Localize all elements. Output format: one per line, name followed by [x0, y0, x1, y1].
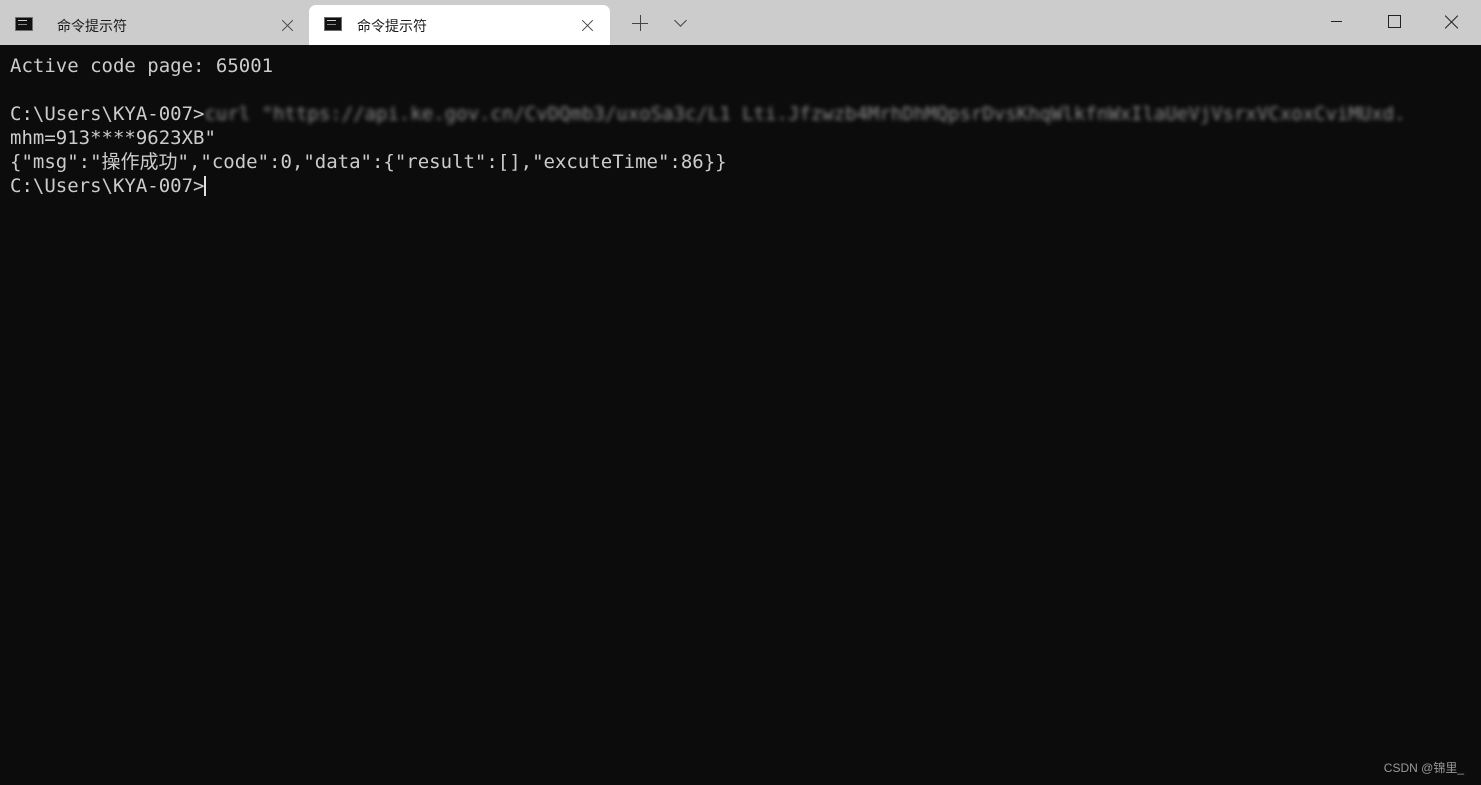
title-bar: 命令提示符 命令提示符	[0, 0, 1481, 45]
cmd-icon	[324, 17, 342, 31]
text-cursor	[204, 176, 207, 196]
tab-command-prompt-2[interactable]: 命令提示符	[309, 5, 610, 45]
tab-title: 命令提示符	[357, 19, 427, 35]
watermark: CSDN @锦里_	[1383, 761, 1464, 775]
terminal-line: Active code page: 65001	[10, 55, 274, 77]
chevron-down-icon[interactable]	[672, 14, 692, 34]
tab-title: 命令提示符	[57, 19, 127, 35]
minimize-icon[interactable]	[1307, 0, 1365, 45]
close-window-icon[interactable]	[1423, 0, 1481, 45]
terminal-line: C:\Users\KYA-007>	[10, 174, 1470, 198]
cmd-icon	[15, 17, 33, 31]
prompt: C:\Users\KYA-007>	[10, 175, 205, 197]
plus-icon[interactable]	[630, 14, 650, 34]
terminal-line: mhm=913****9623XB"	[10, 127, 216, 149]
terminal-output[interactable]: Active code page: 65001 C:\Users\KYA-007…	[10, 54, 1470, 774]
redacted-command: curl "https://api.ke.gov.cn/CvDQmb3/uxoS…	[204, 103, 1406, 125]
terminal-line: C:\Users\KYA-007>curl "https://api.ke.go…	[10, 102, 1470, 126]
terminal-window: 命令提示符 命令提示符 Active code page: 65001 C:\U…	[0, 0, 1481, 785]
prompt: C:\Users\KYA-007>	[10, 103, 205, 125]
terminal-line: {"msg":"操作成功","code":0,"data":{"result":…	[10, 151, 727, 173]
close-icon[interactable]	[280, 17, 296, 33]
tab-command-prompt-1[interactable]: 命令提示符	[0, 5, 306, 45]
maximize-icon[interactable]	[1365, 0, 1423, 45]
close-icon[interactable]	[580, 17, 596, 33]
